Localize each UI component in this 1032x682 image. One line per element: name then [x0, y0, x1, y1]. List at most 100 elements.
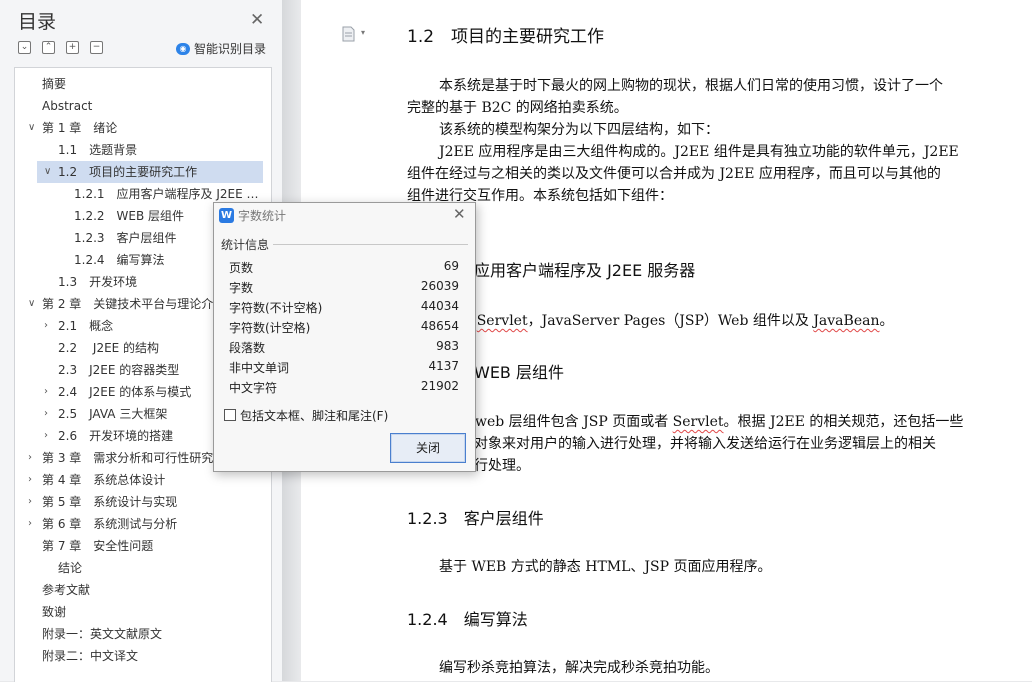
paragraph-line: 本系统是基于时下最火的网上购物的现状，根据人们日常的使用习惯，设计了一个 [439, 78, 943, 94]
include-textbox-checkbox[interactable] [224, 409, 236, 421]
chevron-right-icon[interactable]: › [28, 513, 32, 535]
heading-1-2-1: 应用客户端程序及 J2EE 服务器 [474, 261, 696, 280]
stat-value: 48654 [420, 319, 459, 333]
stat-row: 字符数(计空格) 48654 [229, 319, 459, 339]
stat-key: 中文字符 [229, 381, 278, 395]
toc-item-label: 第 7 章 安全性问题 [42, 539, 154, 553]
toc-item-label: 2.5 JAVA 三大框架 [58, 407, 168, 421]
toc-item-label: 第 5 章 系统设计与实现 [42, 495, 178, 509]
divider [273, 244, 468, 245]
toc-title: 目录 [18, 11, 57, 33]
paragraph-line: 组件在经过与之相关的类以及文件便可以合并成为 J2EE 应用程序，而且可以与其他… [407, 166, 941, 182]
chevron-right-icon[interactable]: › [44, 425, 48, 447]
spell-flag[interactable]: Servlet [673, 414, 724, 430]
chevron-down-icon[interactable]: ∨ [28, 117, 35, 139]
toc-item-label: 1.2.3 客户层组件 [74, 231, 177, 245]
close-button[interactable]: 关闭 [390, 433, 466, 463]
toc-item-label: 第 1 章 绪论 [42, 121, 118, 135]
stat-row: 字符数(不计空格) 44034 [229, 299, 459, 319]
chevron-down-icon[interactable]: ▾ [361, 28, 365, 37]
toc-item-label: 2.1 概念 [58, 319, 114, 333]
stat-value: 44034 [420, 299, 459, 313]
toc-item-label: 参考文献 [42, 583, 91, 597]
toc-item[interactable]: ∨ 第 1 章 绪论 [15, 117, 269, 139]
toc-item-label: 1.2.4 编写算法 [74, 253, 165, 267]
toc-item-label: 致谢 [42, 605, 67, 619]
paragraph-line: 基于 WEB 方式的静态 HTML、JSP 页面应用程序。 [439, 559, 772, 575]
document-icon[interactable] [342, 26, 355, 42]
checkbox-label[interactable]: 包括文本框、脚注和尾注(F) [240, 407, 388, 424]
chevron-down-icon[interactable]: ∨ [44, 161, 51, 183]
heading-1-2-4: 1.2.4 编写算法 [407, 610, 528, 629]
paragraph-line: va Servlet，JavaServer Pages（JSP）Web 组件以及… [456, 313, 894, 329]
chevron-right-icon[interactable]: › [44, 381, 48, 403]
paragraph-line: web 层组件包含 JSP 页面或者 Servlet。根据 J2EE 的相关规范… [475, 414, 964, 430]
toc-item[interactable]: 附录一：英文文献原文 [15, 623, 269, 645]
paragraph-line: J2EE 应用程序是由三大组件构成的。J2EE 组件是具有独立功能的软件单元，J… [439, 144, 959, 160]
stat-value: 26039 [420, 279, 459, 293]
chevron-right-icon[interactable]: › [28, 469, 32, 491]
stat-row: 段落数 983 [229, 339, 459, 359]
toc-item-label: 结论 [58, 561, 83, 575]
toc-item[interactable]: 结论 [15, 557, 269, 579]
expand-all-icon[interactable]: ⌃ [42, 41, 55, 54]
toc-item[interactable]: 参考文献 [15, 579, 269, 601]
smart-toc-label: 智能识别目录 [194, 42, 267, 56]
smart-toc-button[interactable]: ◉ 智能识别目录 [176, 40, 266, 57]
stat-row: 中文字符 21902 [229, 379, 459, 399]
chevron-right-icon[interactable]: › [44, 315, 48, 337]
toc-item[interactable]: Abstract [15, 95, 269, 117]
toc-item[interactable]: › 第 5 章 系统设计与实现 [15, 491, 269, 513]
toc-item[interactable]: 致谢 [15, 601, 269, 623]
cloud-icon: ◉ [176, 42, 190, 55]
toc-item-label: 1.1 选题背景 [58, 143, 138, 157]
stat-value: 4137 [428, 359, 459, 373]
toc-item[interactable]: › 第 6 章 系统测试与分析 [15, 513, 269, 535]
toc-item[interactable]: › 第 4 章 系统总体设计 [15, 469, 269, 491]
heading-1-2: 1.2 项目的主要研究工作 [407, 27, 605, 47]
toc-item[interactable]: 1.1 选题背景 [15, 139, 269, 161]
collapse-all-icon[interactable]: ⌄ [18, 41, 31, 54]
chevron-down-icon[interactable]: ∨ [28, 293, 35, 315]
stat-value: 69 [443, 259, 459, 273]
remove-heading-icon[interactable]: − [90, 41, 103, 54]
toc-item-label: 1.3 开发环境 [58, 275, 138, 289]
stat-row: 页数 69 [229, 259, 459, 279]
toc-item-label: 1.2 项目的主要研究工作 [58, 165, 198, 179]
add-heading-icon[interactable]: + [66, 41, 79, 54]
toc-item[interactable]: 摘要 [15, 73, 269, 95]
spell-flag[interactable]: JavaBean [813, 313, 879, 329]
stat-value: 983 [436, 339, 459, 353]
stat-key: 字数 [229, 281, 254, 295]
stat-key: 字符数(不计空格) [229, 301, 323, 315]
word-count-dialog: W 字数统计 ✕ 统计信息 页数 69 字数 26039 字符数(不计空格) 44034 字… [213, 202, 476, 472]
stat-row: 非中文单词 4137 [229, 359, 459, 379]
heading-1-2-2: WEB 层组件 [474, 363, 564, 382]
chevron-right-icon[interactable]: › [28, 491, 32, 513]
chevron-right-icon[interactable]: › [28, 447, 32, 469]
paragraph-line: 该系统的模型构架分为以下四层结构，如下： [439, 122, 719, 138]
section-label: 统计信息 [221, 238, 270, 252]
toc-item-label: 摘要 [42, 77, 67, 91]
dialog-title: 字数统计 [238, 209, 287, 223]
toc-item[interactable]: ∨ 1.2 项目的主要研究工作 [37, 161, 263, 183]
toc-item-label: 第 4 章 系统总体设计 [42, 473, 166, 487]
toc-item-label: 1.2.2 WEB 层组件 [74, 209, 185, 223]
toc-item[interactable]: 附录二：中文译文 [15, 645, 269, 667]
toc-item[interactable]: 第 7 章 安全性问题 [15, 535, 269, 557]
stat-value: 21902 [420, 379, 459, 393]
toc-item-label: 2.2 J2EE 的结构 [58, 341, 160, 355]
spell-flag[interactable]: Servlet [477, 313, 528, 329]
toc-item-label: 2.4 J2EE 的体系与模式 [58, 385, 192, 399]
toc-item-label: Abstract [42, 99, 93, 113]
stat-row: 字数 26039 [229, 279, 459, 299]
chevron-right-icon[interactable]: › [44, 403, 48, 425]
stat-key: 段落数 [229, 341, 266, 355]
stat-key: 非中文单词 [229, 361, 290, 375]
toc-item-label: 2.6 开发环境的搭建 [58, 429, 174, 443]
toc-item-label: 第 2 章 关键技术平台与理论介绍 [42, 297, 226, 311]
close-icon[interactable]: ✕ [453, 205, 466, 223]
toc-item-label: 附录一：英文文献原文 [42, 627, 163, 641]
toc-close-icon[interactable]: ✕ [250, 10, 264, 30]
stat-key: 页数 [229, 261, 254, 275]
